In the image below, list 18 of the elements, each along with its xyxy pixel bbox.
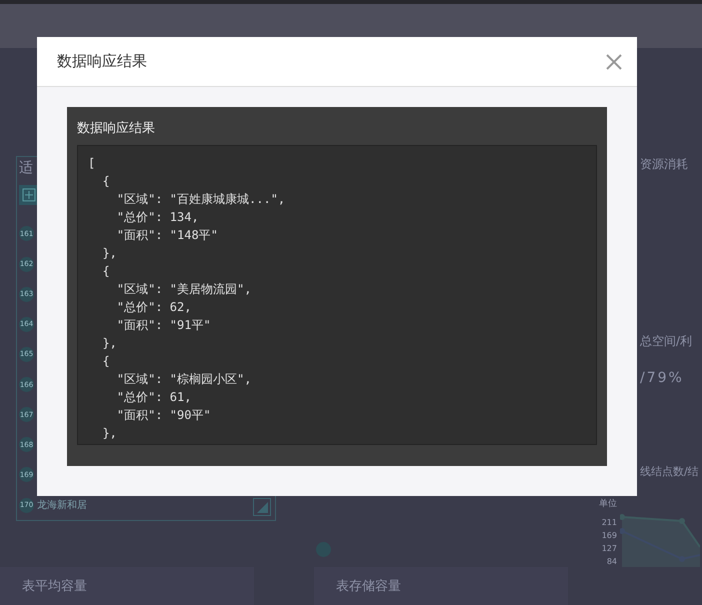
modal-title: 数据响应结果 <box>57 52 147 71</box>
panel-title: 数据响应结果 <box>77 120 156 137</box>
axis-unit: 单位 <box>599 498 617 510</box>
disk-usage-value: /79% <box>640 370 685 386</box>
section-title: 表存储容量 <box>314 567 568 605</box>
section-title: 表平均容量 <box>0 567 254 605</box>
axis-tick: 169 <box>602 532 617 540</box>
expand-icon[interactable] <box>253 498 271 516</box>
axis-tick: 211 <box>602 519 617 527</box>
panel-title: 资源消耗 <box>640 156 689 173</box>
list-item-label: 龙海新和居 <box>37 498 87 512</box>
axis-tick: 127 <box>602 545 617 553</box>
json-code-block: [ { "区域": "百姓康城康城...", "总价": 134, "面积": "148平" }, { "区域": "美居物流园", "总价": 62, "面积": "91平" }, { "区域": "棕榈园小区", "总价": 61, "面积": "90平" }, <box>77 145 597 445</box>
axis-tick: 84 <box>606 558 617 566</box>
plus-icon[interactable] <box>19 185 39 205</box>
panel-title: 适 <box>19 159 33 177</box>
panel-title: 线结点数/结 <box>640 464 700 479</box>
panel-title: 总空间/利 <box>640 333 694 350</box>
